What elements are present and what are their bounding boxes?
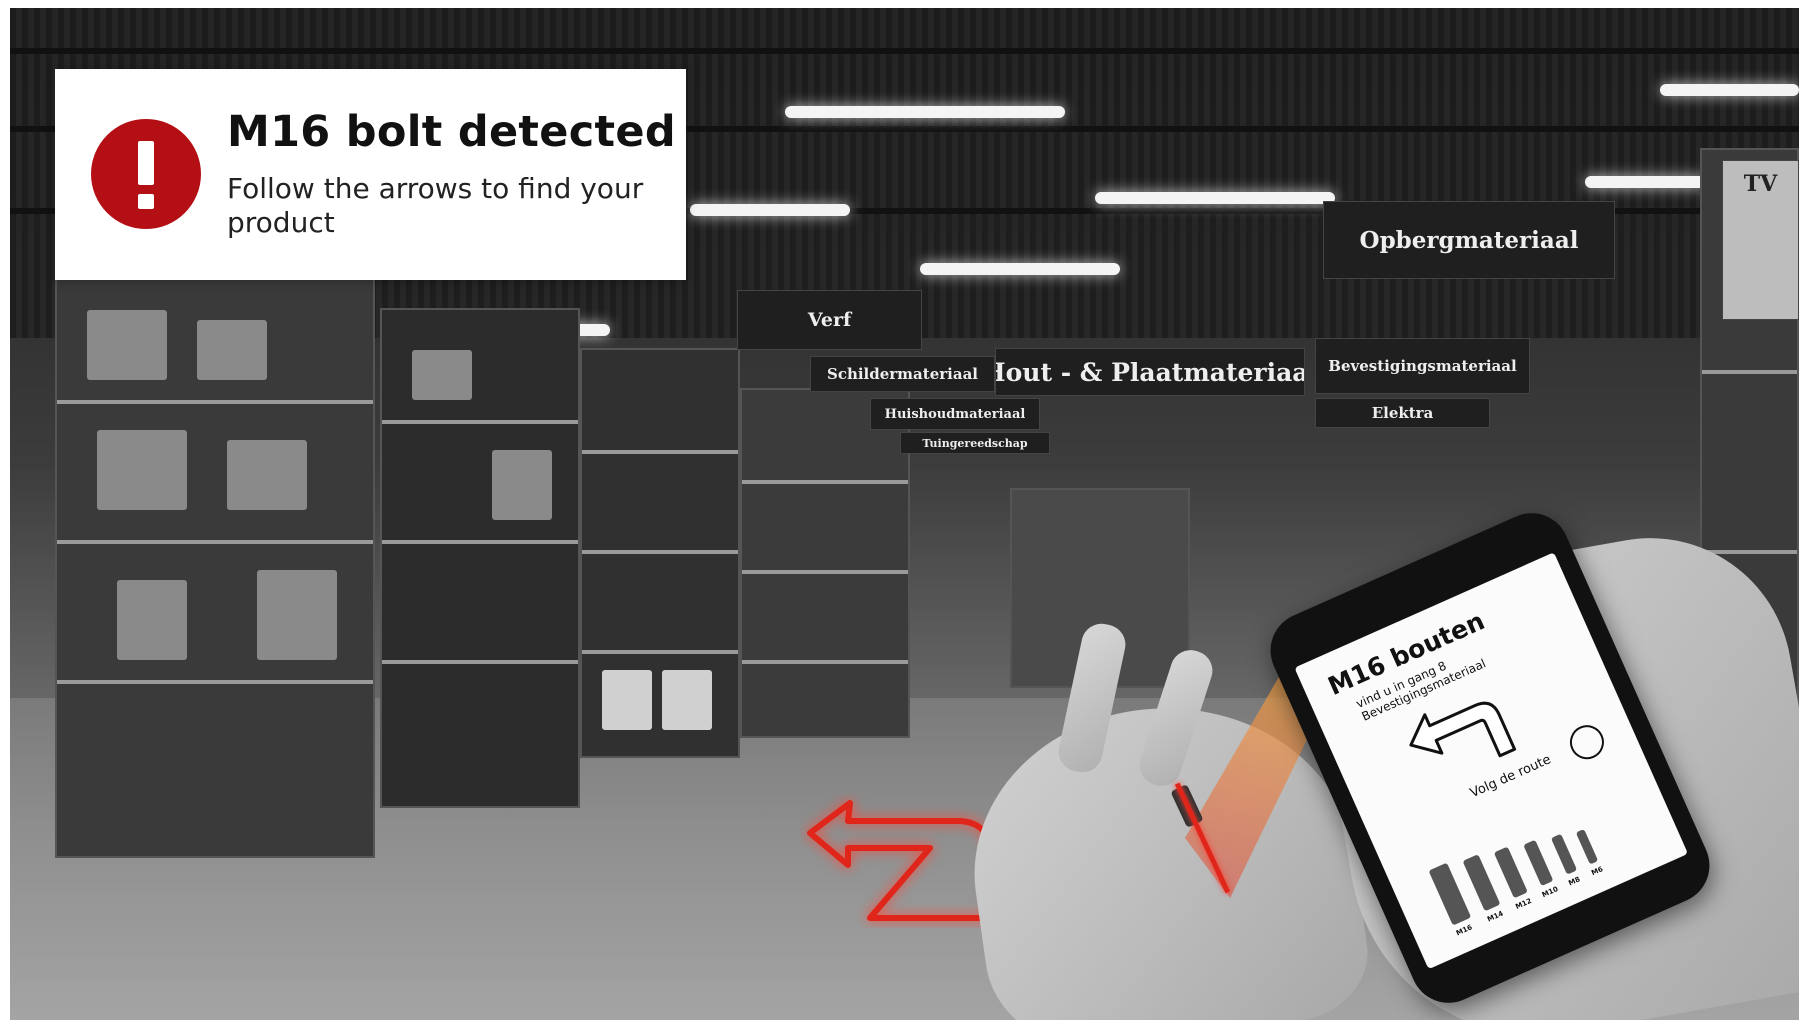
sign-huishoudmateriaal: Huishoudmateriaal (870, 398, 1040, 430)
bolt-m10 (1523, 839, 1554, 887)
bolt-m6 (1575, 828, 1599, 865)
route-icon (1564, 719, 1610, 765)
ceiling-light (1585, 176, 1705, 188)
alert-title: M16 bolt detected (227, 107, 676, 157)
bolt-m12 (1493, 846, 1528, 899)
bolt-label: M12 (1514, 896, 1533, 911)
ceiling-light (1660, 84, 1799, 96)
ceiling-light (690, 204, 850, 216)
bolt-label: M8 (1567, 875, 1582, 888)
bolt-label: M16 (1454, 923, 1474, 938)
shelf-paint (580, 348, 740, 758)
sign-tuingereedschap: Tuingereedschap (900, 432, 1050, 454)
sign-bevestigingsmateriaal: Bevestigingsmateriaal (1315, 338, 1530, 394)
sign-schildermateriaal: Schildermateriaal (810, 356, 995, 392)
shelf-aisle (740, 388, 910, 738)
bolt-label: M10 (1540, 885, 1560, 900)
ceiling-light (1095, 192, 1335, 204)
sign-hout-plaatmateriaal: Hout - & Plaatmateriaal (995, 348, 1305, 396)
bolt-m8 (1550, 833, 1578, 875)
bolt-label: M6 (1590, 865, 1605, 878)
detection-alert-card: M16 bolt detected Follow the arrows to f… (55, 69, 686, 280)
exclamation-icon (91, 119, 201, 229)
bolt-label: M14 (1486, 909, 1505, 924)
sign-tv: TV (1722, 160, 1799, 320)
ceiling-light (920, 263, 1120, 275)
shelf-middle (380, 308, 580, 808)
shelf-left (55, 278, 375, 858)
sign-opbergmateriaal: Opbergmateriaal (1323, 201, 1615, 279)
ceiling-beam (10, 48, 1799, 54)
alert-message: Follow the arrows to find your product (227, 172, 644, 239)
sign-verf: Verf (737, 290, 922, 350)
ceiling-light (785, 106, 1065, 118)
bolt-m16 (1428, 862, 1472, 926)
bolt-m14 (1462, 854, 1501, 912)
sign-elektra: Elektra (1315, 398, 1490, 428)
